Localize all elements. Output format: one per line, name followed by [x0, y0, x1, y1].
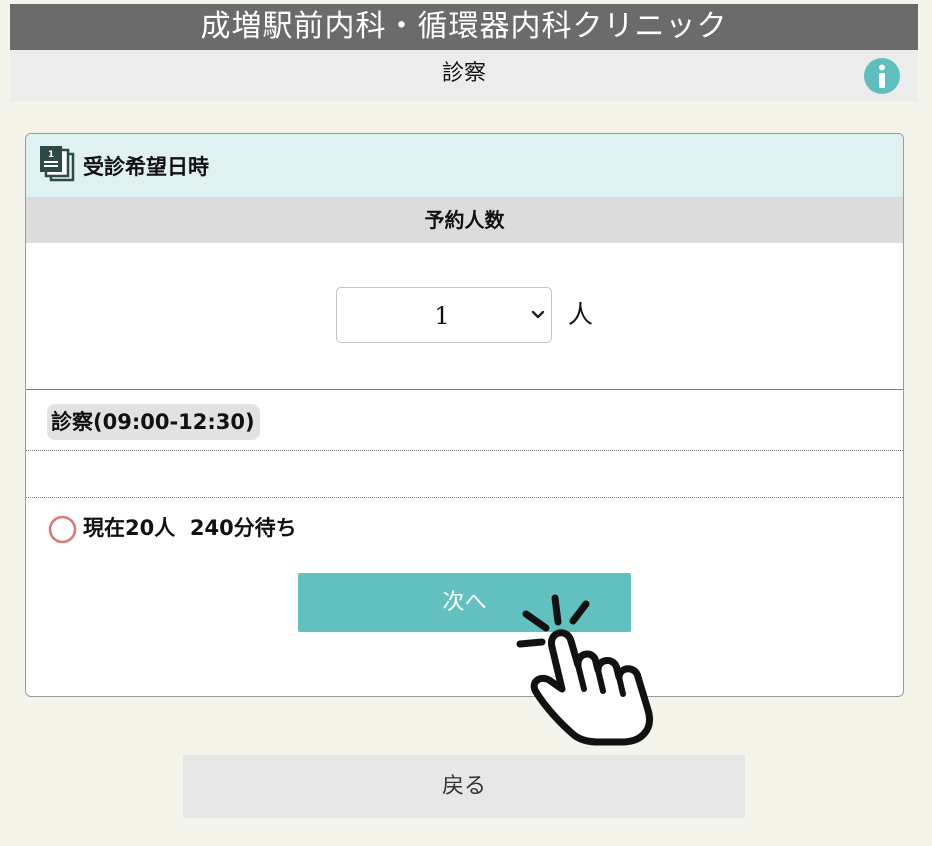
divider — [26, 450, 903, 451]
card-header: 1 受診希望日時 — [26, 134, 903, 197]
party-size-heading: 予約人数 — [26, 197, 903, 243]
party-size-select[interactable]: 1 — [336, 287, 552, 343]
svg-text:1: 1 — [48, 150, 54, 160]
available-circle-icon — [48, 515, 77, 544]
party-size-heading-label: 予約人数 — [424, 208, 505, 232]
party-size-value: 1 — [434, 302, 450, 330]
clinic-name-banner: 成増駅前内科・循環器内科クリニック — [10, 4, 918, 50]
info-icon[interactable] — [864, 58, 900, 94]
chevron-down-icon — [531, 310, 545, 319]
clinic-name: 成増駅前内科・循環器内科クリニック — [200, 9, 728, 44]
wait-status-text: 現在20人 240分待ち — [83, 516, 297, 540]
appointment-card: 1 受診希望日時 予約人数 1 人 診察(09:00-12:30) 現在20人 … — [25, 133, 904, 697]
page-title-bar: 診察 — [10, 50, 918, 102]
calendar-list-icon: 1 — [40, 146, 75, 182]
card-title: 受診希望日時 — [83, 155, 209, 179]
page-title: 診察 — [441, 61, 486, 86]
divider — [26, 389, 903, 390]
party-size-unit: 人 — [568, 300, 594, 329]
pointing-hand-icon — [516, 594, 653, 746]
time-slot-label: 診察(09:00-12:30) — [47, 404, 260, 440]
back-button[interactable]: 戻る — [183, 755, 745, 818]
divider — [26, 497, 903, 498]
